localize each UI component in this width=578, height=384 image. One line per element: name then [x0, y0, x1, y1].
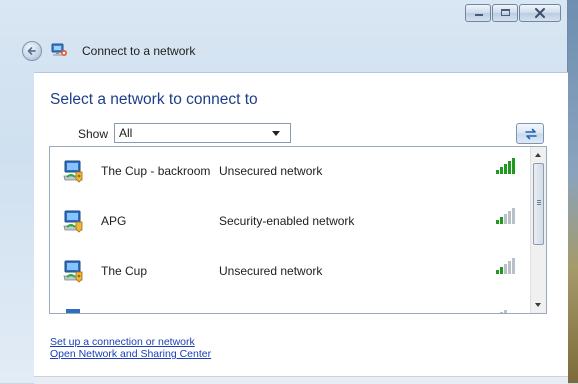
wireless-network-icon [66, 309, 80, 313]
chevron-down-icon [272, 131, 280, 136]
maximize-icon [501, 9, 510, 16]
grip-line [537, 204, 541, 205]
signal-bar [500, 217, 503, 224]
content-pane: Select a network to connect to Show All … [34, 72, 568, 377]
window-title: Connect to a network [82, 44, 196, 58]
signal-bar [504, 214, 507, 224]
signal-bar [512, 258, 515, 274]
signal-bar [496, 220, 499, 224]
scroll-up-icon[interactable] [535, 153, 541, 157]
signal-bar [500, 267, 503, 274]
network-name: The Cup [101, 264, 148, 278]
back-arrow-icon [27, 47, 36, 55]
signal-bar [496, 270, 499, 274]
signal-strength-icon [500, 310, 507, 313]
show-filter-dropdown[interactable]: All [114, 123, 291, 143]
signal-strength-icon [496, 208, 515, 224]
window-controls [464, 4, 561, 24]
signal-bar [508, 261, 511, 274]
wireless-network-icon [63, 260, 83, 283]
close-icon [535, 8, 545, 18]
signal-bar [504, 264, 507, 274]
refresh-button[interactable] [516, 123, 544, 144]
signal-bar [496, 170, 499, 174]
network-row-partial[interactable] [50, 305, 530, 313]
desktop-background [568, 0, 578, 383]
network-row[interactable]: The Cup - backroom Unsecured network [50, 158, 530, 209]
network-wizard-icon [51, 43, 67, 56]
signal-bar [512, 208, 515, 224]
minimize-icon [475, 14, 483, 16]
scrollbar-thumb[interactable] [533, 163, 544, 245]
grip-line [537, 202, 541, 203]
setup-connection-link[interactable]: Set up a connection or network [50, 336, 195, 348]
close-button[interactable] [519, 4, 561, 22]
maximize-button[interactable] [492, 4, 518, 22]
signal-bar [508, 161, 511, 174]
refresh-icon [525, 128, 537, 140]
network-row[interactable]: APG Security-enabled network [50, 208, 530, 259]
network-sharing-center-link[interactable]: Open Network and Sharing Center [50, 348, 211, 360]
network-security: Security-enabled network [219, 214, 355, 228]
wireless-network-icon [63, 210, 83, 233]
signal-bar [500, 167, 503, 174]
network-security: Unsecured network [219, 164, 323, 178]
show-filter-value: All [119, 126, 133, 140]
network-security: Unsecured network [219, 264, 323, 278]
signal-bar [504, 164, 507, 174]
network-list[interactable]: The Cup - backroom Unsecured network APG Se… [49, 146, 547, 314]
signal-bar [512, 158, 515, 174]
scroll-down-icon[interactable] [535, 303, 541, 307]
network-row[interactable]: The Cup Unsecured network [50, 258, 530, 309]
grip-line [537, 200, 541, 201]
page-heading: Select a network to connect to [50, 91, 258, 108]
back-button[interactable] [22, 41, 42, 61]
wireless-network-icon [63, 160, 83, 183]
signal-strength-icon [496, 158, 515, 174]
network-list-scrollbar[interactable] [530, 147, 546, 313]
minimize-button[interactable] [465, 4, 491, 22]
network-name: APG [101, 214, 127, 228]
signal-strength-icon [496, 258, 515, 274]
show-label: Show [78, 127, 109, 141]
signal-bar [508, 211, 511, 224]
network-name: The Cup - backroom [101, 164, 211, 178]
connect-to-network-window: Connect to a network Select a network to… [0, 0, 568, 384]
